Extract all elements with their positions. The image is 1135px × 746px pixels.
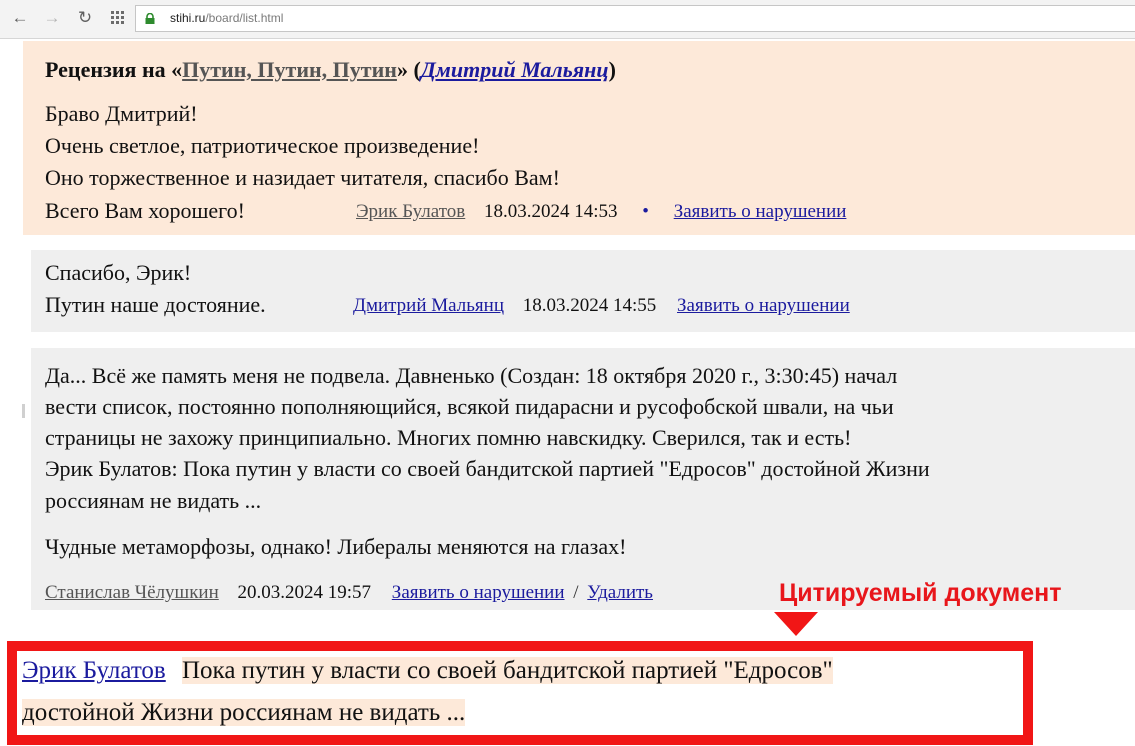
back-arrow-icon[interactable]: ←: [10, 8, 30, 28]
quote-line-1: Эрик Булатов Пока путин у власти со свое…: [22, 657, 833, 685]
review-text-line: Всего Вам хорошего!: [45, 198, 245, 223]
review-text-line: Очень светлое, патриотическое произведен…: [45, 133, 480, 158]
title-prefix: Рецензия на «: [45, 57, 183, 82]
reload-icon[interactable]: ↻: [75, 8, 95, 28]
review-title: Рецензия на «Путин, Путин, Путин» (Дмитр…: [45, 57, 616, 83]
quote-line-2: достойной Жизни россиянам не видать ...: [22, 699, 466, 727]
apps-grid-icon[interactable]: [108, 8, 128, 28]
comment-text-line: Эрик Булатов: Пока путин у власти со сво…: [45, 456, 930, 481]
url-text: stihi.ru/board/list.html: [170, 11, 283, 25]
bullet-separator: •: [642, 201, 649, 222]
comment-date: 20.03.2024 19:57: [237, 582, 372, 603]
url-host: stihi.ru: [170, 11, 206, 25]
review-meta: Эрик Булатов 18.03.2024 14:53 • Заявить …: [356, 201, 846, 223]
divider-mark: [22, 404, 25, 418]
work-author-link[interactable]: Дмитрий Мальянц: [421, 57, 609, 82]
cited-document-label: Цитируемый документ: [779, 579, 1062, 607]
reply-card: Спасибо, Эрик! Путин наше достояние. Дми…: [31, 250, 1135, 332]
down-arrow-icon: [774, 612, 818, 636]
reply-meta: Дмитрий Мальянц 18.03.2024 14:55 Заявить…: [353, 295, 850, 317]
forward-arrow-icon[interactable]: →: [42, 8, 62, 28]
reply-text-line: Путин наше достояние.: [45, 292, 266, 317]
url-path: /board/list.html: [205, 11, 284, 25]
comment-card: Да... Всё же память меня не подвела. Дав…: [31, 348, 1135, 610]
secure-lock-icon: [145, 13, 155, 24]
comment-text-line: вести список, постоянно пополняющийся, в…: [45, 394, 894, 419]
comment-delete-link[interactable]: Удалить: [587, 582, 653, 603]
comment-user-link[interactable]: Станислав Чёлушкин: [45, 582, 219, 603]
comment-text-line: Да... Всё же память меня не подвела. Дав…: [45, 363, 898, 388]
review-text-line: Оно торжественное и назидает читателя, с…: [45, 165, 560, 190]
address-bar[interactable]: stihi.ru/board/list.html: [135, 5, 1135, 32]
review-report-link[interactable]: Заявить о нарушении: [674, 201, 847, 222]
quote-author-link[interactable]: Эрик Булатов: [22, 657, 166, 684]
comment-text-line: страницы не захожу принципиально. Многих…: [45, 425, 852, 450]
link-separator: /: [573, 582, 579, 603]
reply-user-link[interactable]: Дмитрий Мальянц: [353, 295, 504, 316]
reply-text-line: Спасибо, Эрик!: [45, 260, 192, 285]
comment-report-link[interactable]: Заявить о нарушении: [392, 582, 565, 603]
comment-meta: Станислав Чёлушкин 20.03.2024 19:57 Заяв…: [45, 582, 653, 604]
reply-report-link[interactable]: Заявить о нарушении: [677, 295, 850, 316]
review-user-link[interactable]: Эрик Булатов: [356, 201, 465, 222]
title-mid: » (: [396, 57, 421, 82]
review-text-line: Браво Дмитрий!: [45, 101, 198, 126]
title-suffix: ): [608, 57, 616, 82]
comment-closing: Чудные метаморфозы, однако! Либералы мен…: [45, 534, 627, 559]
quote-text: достойной Жизни россиянам не видать ...: [22, 699, 466, 726]
cited-quote-frame: Эрик Булатов Пока путин у власти со свое…: [7, 641, 1033, 745]
review-card: Рецензия на «Путин, Путин, Путин» (Дмитр…: [23, 41, 1135, 235]
review-date: 18.03.2024 14:53: [484, 201, 618, 222]
comment-text-line: россиянам не видать ...: [45, 488, 262, 513]
browser-toolbar: ← → ↻ stihi.ru/board/list.html: [0, 0, 1135, 39]
reply-date: 18.03.2024 14:55: [522, 295, 657, 316]
work-title-link[interactable]: Путин, Путин, Путин: [182, 57, 397, 82]
quote-text: Пока путин у власти со своей бандитской …: [182, 657, 833, 684]
